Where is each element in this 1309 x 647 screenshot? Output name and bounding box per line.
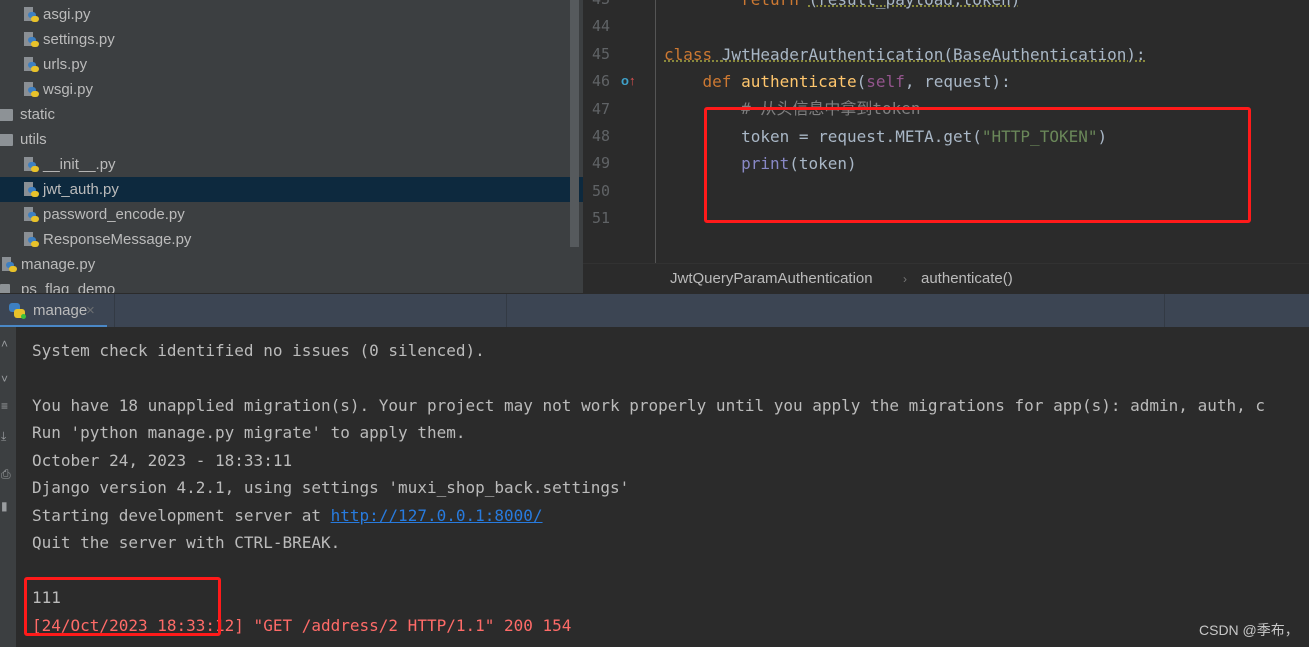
- tree-item-label: password_encode.py: [43, 206, 185, 223]
- tab-separator: [506, 294, 507, 328]
- tree-item-label: asgi.py: [43, 6, 91, 23]
- breadcrumb-class[interactable]: JwtQueryParamAuthentication: [670, 264, 873, 294]
- server-url-link[interactable]: http://127.0.0.1:8000/: [331, 506, 543, 525]
- highlight-box-output: [24, 577, 221, 636]
- python-file-icon: [24, 232, 39, 248]
- line-number: 49: [591, 154, 610, 173]
- tab-separator: [1164, 294, 1165, 328]
- tab-manage[interactable]: manage ×: [0, 294, 124, 328]
- tree-item[interactable]: static: [0, 102, 570, 127]
- override-method-icon[interactable]: o↑: [621, 73, 635, 88]
- tree-item-label: settings.py: [43, 31, 115, 48]
- tree-item-label: wsgi.py: [43, 81, 94, 98]
- project-tree: asgi.py settings.py urls.py wsgi.py static ut…: [0, 0, 583, 293]
- tree-item[interactable]: __init__.py: [0, 152, 570, 177]
- console-line: Django version 4.2.1, using settings 'mu…: [32, 478, 630, 497]
- tree-item-label: urls.py: [43, 56, 88, 73]
- code-line-46: def authenticate(self, request):: [702, 72, 1011, 91]
- file-icon: [0, 284, 10, 293]
- tree-item[interactable]: settings.py: [0, 27, 570, 52]
- line-number: 51: [591, 209, 610, 228]
- tree-item[interactable]: password_encode.py: [0, 202, 570, 227]
- tree-item[interactable]: asgi.py: [0, 2, 570, 27]
- highlight-box-code: [704, 107, 1251, 223]
- line-number: 48: [591, 127, 610, 145]
- python-icon: [9, 303, 26, 319]
- python-file-icon: [24, 157, 39, 173]
- console-line: Starting development server at http://12…: [32, 506, 543, 525]
- tree-item-label: jwt_auth.py: [43, 181, 119, 198]
- line-number: 47: [591, 99, 610, 118]
- scroll-to-end-icon[interactable]: ⤓: [1, 429, 6, 444]
- console-toolbar: ˄ ˅ ≡ ⤓ ⎙ ▮: [0, 327, 16, 647]
- line-number: 50: [591, 181, 610, 200]
- console-line: You have 18 unapplied migration(s). Your…: [32, 396, 1265, 415]
- breadcrumb-method[interactable]: authenticate(): [921, 264, 1013, 294]
- soft-wrap-icon[interactable]: ≡: [1, 399, 8, 413]
- tree-item[interactable]: manage.py: [0, 252, 570, 277]
- run-tool-tabbar: manage ×: [0, 293, 1309, 328]
- scroll-up-icon[interactable]: ˄: [1, 337, 8, 351]
- print-icon[interactable]: ⎙: [1, 467, 11, 482]
- console-line: System check identified no issues (0 sil…: [32, 341, 485, 360]
- tab-label: manage: [33, 302, 88, 319]
- line-number: 44: [591, 17, 610, 36]
- tree-item[interactable]: utils: [0, 127, 570, 152]
- tree-item[interactable]: ResponseMessage.py: [0, 227, 570, 252]
- breadcrumb: JwtQueryParamAuthentication › authentica…: [583, 263, 1309, 293]
- tree-item[interactable]: wsgi.py: [0, 77, 570, 102]
- python-file-icon: [24, 57, 39, 73]
- tree-item-label: static: [20, 106, 56, 123]
- line-number: 46: [591, 72, 610, 91]
- gutter-divider: [655, 0, 656, 263]
- tab-separator: [114, 294, 115, 328]
- tree-item[interactable]: urls.py: [0, 52, 570, 77]
- folder-icon: [0, 109, 13, 121]
- line-number: 43: [583, 0, 610, 13]
- console-line: Run 'python manage.py migrate' to apply …: [32, 423, 466, 442]
- trash-icon[interactable]: ▮: [1, 499, 8, 513]
- scroll-down-icon[interactable]: ˅: [1, 372, 8, 386]
- tree-item-label: utils: [20, 131, 47, 148]
- close-icon[interactable]: ×: [86, 294, 95, 328]
- tree-item-label: ResponseMessage.py: [43, 231, 192, 248]
- folder-icon: [0, 134, 13, 146]
- tree-item-label: manage.py: [21, 256, 96, 273]
- python-file-icon: [24, 32, 39, 48]
- python-file-icon: [24, 182, 39, 198]
- python-file-icon: [2, 257, 17, 273]
- code-line-43: return (result_payload,token): [664, 0, 1020, 13]
- tree-item[interactable]: jwt_auth.py: [0, 177, 583, 202]
- python-file-icon: [24, 207, 39, 223]
- tree-item[interactable]: ps_flag_demo: [0, 277, 570, 293]
- console-line: October 24, 2023 - 18:33:11: [32, 451, 293, 470]
- watermark: CSDN @季布，: [1199, 622, 1299, 638]
- tree-item-label: ps_flag_demo: [21, 281, 116, 293]
- tree-item-label: __init__.py: [43, 156, 116, 173]
- project-tree-scrollbar[interactable]: [570, 0, 579, 247]
- python-file-icon: [24, 82, 39, 98]
- chevron-right-icon: ›: [903, 272, 907, 286]
- code-line-45: class JwtHeaderAuthentication(BaseAuthen…: [664, 45, 1146, 64]
- line-number: 45: [591, 44, 610, 63]
- console-line: Quit the server with CTRL-BREAK.: [32, 533, 341, 552]
- python-file-icon: [24, 7, 39, 23]
